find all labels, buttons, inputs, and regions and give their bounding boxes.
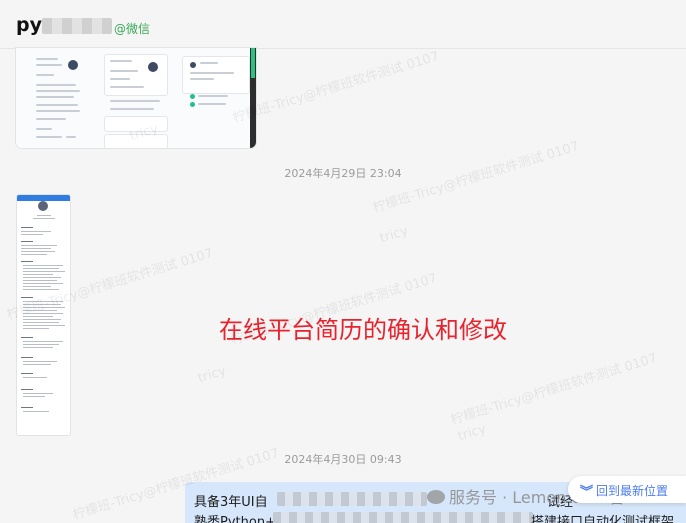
jump-to-latest-button[interactable]: ︾ 回到最新位置 xyxy=(568,476,686,503)
overlay-caption: 在线平台简历的确认和修改 xyxy=(219,316,507,344)
wechat-account-icon xyxy=(427,490,445,504)
bubble-line-1: 具备3年UI自 xyxy=(194,495,268,510)
screenshot-panel-2 xyxy=(100,48,181,148)
avatar-icon xyxy=(190,62,196,68)
bubble-line-2: 熟悉Python+ xyxy=(194,515,276,523)
jump-to-latest-label: 回到最新位置 xyxy=(596,484,669,498)
status-dot-icon xyxy=(190,102,195,107)
avatar-icon xyxy=(148,62,158,72)
source-tag: @微信 xyxy=(114,22,151,36)
watermark: tricy xyxy=(196,363,229,387)
message-timestamp: 2024年4月29日 23:04 xyxy=(284,167,402,180)
contact-name[interactable]: py xyxy=(16,14,42,36)
redacted-text xyxy=(277,492,427,506)
screenshot-edge-strip xyxy=(250,48,256,148)
double-chevron-down-icon: ︾ xyxy=(580,484,594,499)
chat-header: py @微信 xyxy=(0,0,686,49)
image-message-app-screenshots[interactable] xyxy=(16,48,256,148)
redacted-text xyxy=(273,512,533,523)
status-dot-icon xyxy=(190,94,195,99)
avatar-icon xyxy=(38,201,48,211)
redacted-name xyxy=(42,18,112,34)
watermark: tricy xyxy=(456,421,489,445)
screenshot-panel-3 xyxy=(180,48,256,148)
watermark: 柠檬班-Tricy@柠檬班软件测试 0107 xyxy=(231,49,441,127)
message-timestamp: 2024年4月30日 09:43 xyxy=(284,453,402,466)
bubble-line-2-end: 搭建接口自动化测试框架 xyxy=(531,515,675,523)
watermark: 柠檬班-Tricy@柠檬班软件测试 0107 xyxy=(449,351,659,429)
watermark: tricy xyxy=(378,223,411,247)
avatar-icon xyxy=(68,60,78,70)
screenshot-panel-1 xyxy=(16,48,101,148)
